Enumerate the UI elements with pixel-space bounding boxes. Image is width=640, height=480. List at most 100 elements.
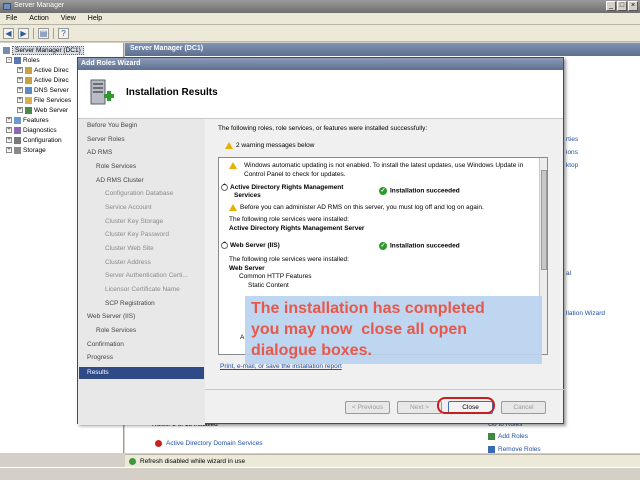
tree-role-item[interactable]: + Web Server bbox=[17, 105, 68, 115]
nav-item[interactable]: Cluster Web Site bbox=[105, 245, 154, 252]
nav-item[interactable]: Progress bbox=[87, 354, 113, 361]
expand-icon[interactable]: + bbox=[6, 147, 12, 153]
minimize-button[interactable]: _ bbox=[606, 1, 616, 11]
nav-item[interactable]: Server Roles bbox=[87, 136, 125, 143]
expand-icon[interactable]: + bbox=[6, 127, 12, 133]
nav-item[interactable]: Cluster Key Password bbox=[105, 231, 169, 238]
cut-text: A bbox=[240, 334, 245, 341]
adrms-warning: Before you can administer AD RMS on this… bbox=[229, 204, 484, 211]
maximize-button[interactable]: □ bbox=[617, 1, 627, 11]
adrms-title-line1: Active Directory Rights Management bbox=[230, 184, 344, 192]
window-titlebar: Server Manager _ □ × bbox=[0, 0, 640, 13]
warning-icon bbox=[229, 204, 237, 211]
add-roles-wizard: Add Roles Wizard Installation Results Be… bbox=[77, 57, 565, 425]
tree-root[interactable]: Server Manager (DC1) bbox=[3, 45, 84, 55]
expand-icon[interactable]: + bbox=[17, 87, 23, 93]
tree-role-label: DNS Server bbox=[34, 86, 69, 94]
expand-icon[interactable]: + bbox=[6, 137, 12, 143]
add-roles-link[interactable]: Add Roles bbox=[488, 433, 528, 440]
update-warning-line2: Control Panel to check for updates. bbox=[244, 171, 346, 178]
nav-item[interactable]: Server Authentication Certi... bbox=[105, 272, 188, 279]
right-link[interactable]: al bbox=[566, 270, 571, 277]
tree-roles-label: Roles bbox=[23, 56, 40, 64]
active-directory-icon bbox=[25, 76, 32, 84]
previous-button[interactable]: < Previous bbox=[345, 401, 390, 414]
right-link[interactable]: rties bbox=[566, 136, 578, 143]
expand-icon[interactable]: + bbox=[17, 107, 23, 113]
folder-icon bbox=[25, 96, 32, 104]
show-hide-tree-icon[interactable]: ▤ bbox=[38, 27, 49, 39]
server-manager-icon bbox=[3, 3, 11, 10]
nav-item[interactable]: Role Services bbox=[96, 163, 136, 170]
menu-action[interactable]: Action bbox=[29, 15, 48, 22]
tree-storage[interactable]: + Storage bbox=[6, 145, 46, 155]
diagnostics-icon bbox=[14, 126, 21, 134]
nav-item[interactable]: Cluster Address bbox=[105, 259, 151, 266]
ad-domain-services-link[interactable]: Active Directory Domain Services bbox=[155, 440, 262, 447]
ad-domain-services-label: Active Directory Domain Services bbox=[166, 440, 263, 448]
expand-icon[interactable]: + bbox=[17, 77, 23, 83]
iis-services-label: The following role services were install… bbox=[229, 256, 349, 263]
window-title: Server Manager bbox=[14, 2, 65, 9]
menu-help[interactable]: Help bbox=[88, 15, 102, 22]
expand-icon[interactable]: + bbox=[17, 67, 23, 73]
tree-role-item[interactable]: + Active Direc bbox=[17, 75, 69, 85]
status-bar: Refresh disabled while wizard in use bbox=[125, 454, 640, 467]
tree-features[interactable]: + Features bbox=[6, 115, 49, 125]
tree-diagnostics[interactable]: + Diagnostics bbox=[6, 125, 57, 135]
collapse-icon[interactable]: − bbox=[6, 57, 12, 63]
remove-roles-link[interactable]: Remove Roles bbox=[488, 446, 541, 453]
collapse-icon[interactable]: ⌃ bbox=[221, 242, 228, 249]
window-controls: _ □ × bbox=[606, 1, 638, 11]
tree-role-label: Web Server bbox=[34, 106, 69, 114]
menu-file[interactable]: File bbox=[6, 15, 17, 22]
tree-roles[interactable]: − Roles bbox=[6, 55, 40, 65]
right-link[interactable]: llation Wizard bbox=[566, 310, 605, 317]
scroll-thumb[interactable] bbox=[541, 170, 547, 270]
tree-role-item[interactable]: + File Services bbox=[17, 95, 71, 105]
callout-line3: dialogue boxes. bbox=[251, 342, 372, 359]
nav-item[interactable]: SCP Registration bbox=[105, 300, 155, 307]
warning-icon bbox=[229, 162, 237, 169]
tree-configuration[interactable]: + Configuration bbox=[6, 135, 62, 145]
next-button[interactable]: Next > bbox=[397, 401, 442, 414]
dns-icon bbox=[25, 86, 32, 94]
tree-role-item[interactable]: + Active Direc bbox=[17, 65, 69, 75]
nav-item[interactable]: Web Server (IIS) bbox=[87, 313, 135, 320]
iis-sub2: Static Content bbox=[248, 282, 289, 289]
adrms-services-label: The following role services were install… bbox=[229, 216, 349, 223]
nav-item[interactable]: Configuration Database bbox=[105, 190, 173, 197]
nav-item[interactable]: Role Services bbox=[96, 327, 136, 334]
collapse-icon[interactable]: ⌃ bbox=[221, 184, 228, 191]
expand-icon[interactable]: + bbox=[6, 117, 12, 123]
right-link[interactable]: ions bbox=[566, 149, 578, 156]
nav-item[interactable]: Service Account bbox=[105, 204, 152, 211]
toolbar: ◀ ▶ ▤ ? bbox=[0, 25, 640, 42]
remove-roles-label: Remove Roles bbox=[498, 446, 541, 454]
cancel-button[interactable]: Cancel bbox=[501, 401, 546, 414]
close-window-button[interactable]: × bbox=[628, 1, 638, 11]
server-icon bbox=[3, 46, 10, 54]
back-arrow-icon[interactable]: ◀ bbox=[3, 27, 14, 39]
nav-item[interactable]: Confirmation bbox=[87, 341, 124, 348]
nav-item[interactable]: Before You Begin bbox=[87, 122, 137, 129]
tree-role-item[interactable]: + DNS Server bbox=[17, 85, 69, 95]
configuration-icon bbox=[14, 136, 21, 144]
help-icon[interactable]: ? bbox=[58, 27, 69, 39]
intro-text: The following roles, role services, or f… bbox=[218, 125, 428, 132]
print-report-link[interactable]: Print, e-mail, or save the installation … bbox=[220, 363, 342, 370]
nav-item[interactable]: Cluster Key Storage bbox=[105, 218, 163, 225]
tree-role-label: File Services bbox=[34, 96, 72, 104]
close-highlight-ring bbox=[437, 397, 495, 414]
toolbar-separator bbox=[53, 27, 54, 39]
adrms-title-line2: Services bbox=[234, 192, 261, 199]
nav-item-selected[interactable]: Results bbox=[79, 367, 204, 379]
nav-item[interactable]: AD RMS Cluster bbox=[96, 177, 144, 184]
adrms-warning-label: Before you can administer AD RMS on this… bbox=[240, 204, 484, 212]
menu-view[interactable]: View bbox=[61, 15, 76, 22]
nav-item[interactable]: AD RMS bbox=[87, 149, 112, 156]
nav-item[interactable]: Licensor Certificate Name bbox=[105, 286, 180, 293]
right-link[interactable]: ktop bbox=[566, 162, 578, 169]
forward-arrow-icon[interactable]: ▶ bbox=[18, 27, 29, 39]
expand-icon[interactable]: + bbox=[17, 97, 23, 103]
